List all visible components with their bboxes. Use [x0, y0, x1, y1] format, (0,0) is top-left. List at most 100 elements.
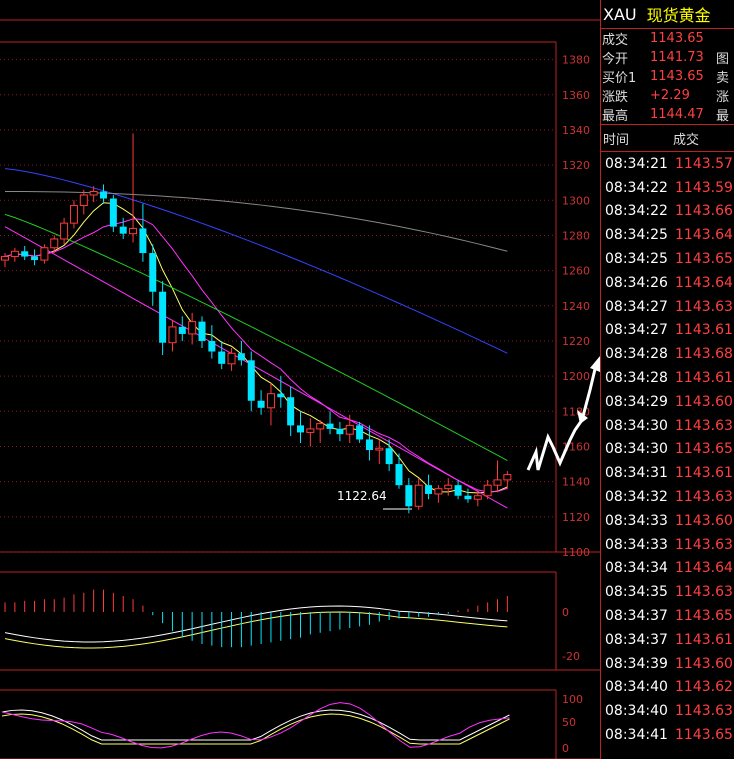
candle-body: [414, 484, 423, 507]
kdj-tick-label: 100: [562, 693, 583, 706]
kdj-tick-label: 0: [562, 742, 569, 755]
candle-body: [473, 495, 482, 500]
candle-body: [247, 360, 255, 401]
quote-value: 1143.65: [650, 31, 704, 46]
tick-price: 1143.65: [675, 251, 733, 268]
quote-label-clipped: 涨: [716, 90, 730, 105]
tick-row: 08:34:28 1143.61: [601, 366, 734, 390]
quote-value: 1141.73: [650, 50, 704, 65]
macd-dea-line: [4, 611, 508, 649]
candle-body: [69, 205, 78, 224]
tick-time: 08:34:34: [605, 560, 668, 577]
candle-body: [79, 194, 88, 207]
candle-body: [266, 393, 275, 409]
candle-body: [326, 423, 334, 429]
tick-time: 08:34:27: [605, 322, 668, 339]
price-tick-label: 1140: [562, 476, 590, 489]
chart-canvas[interactable]: 1380 1360 1340 1320 1300 1280 1260 1240 1220 1200…: [0, 0, 600, 759]
tick-price: 1143.60: [675, 655, 733, 672]
candle-body: [198, 321, 206, 341]
tick-row: 08:34:33 1143.63: [601, 533, 734, 557]
candle-body: [483, 484, 492, 497]
ticks-header-price: 成交: [673, 132, 700, 148]
candle-body: [287, 397, 295, 426]
candle-body: [336, 428, 344, 435]
candle-body: [89, 190, 98, 196]
tick-price: 1143.61: [675, 370, 733, 387]
kdj-tick-label: 50: [562, 716, 576, 729]
candle-body: [100, 191, 107, 199]
tick-time: 08:34:33: [605, 536, 668, 553]
tick-price: 1143.63: [675, 417, 733, 434]
tick-row: 08:34:21 1143.57: [601, 152, 734, 176]
tick-price: 1143.65: [675, 608, 733, 625]
candle-body: [40, 247, 49, 261]
tick-price: 1143.64: [675, 560, 733, 577]
candle-body: [159, 291, 167, 343]
candle-body: [21, 251, 29, 257]
ma5-line: [4, 202, 508, 494]
tick-time: 08:34:25: [605, 251, 668, 268]
tick-time: 08:34:32: [605, 489, 668, 506]
kdj-k-line: [1, 709, 510, 741]
ma20-line: [4, 226, 508, 509]
tick-row: 08:34:40 1143.62: [601, 676, 734, 700]
tick-row: 08:34:39 1143.60: [601, 652, 734, 676]
macd-tick-label: 0: [562, 606, 569, 619]
candle-body: [50, 238, 59, 249]
quote-label: 今开: [602, 52, 629, 67]
quote-label-clipped: 卖: [716, 71, 730, 86]
tick-row: 08:34:40 1143.63: [601, 699, 734, 723]
tick-row: 08:34:29 1143.60: [601, 390, 734, 414]
candle-body: [119, 226, 127, 234]
candle-body: [385, 448, 393, 465]
tick-price: 1143.61: [675, 631, 733, 648]
tick-row: 08:34:30 1143.63: [601, 414, 734, 438]
tick-price: 1143.57: [675, 155, 733, 172]
quote-value: 1144.47: [650, 107, 704, 122]
tick-price: 1143.65: [675, 727, 733, 744]
tick-time: 08:34:41: [605, 727, 668, 744]
tick-row: 08:34:27 1143.63: [601, 295, 734, 319]
tick-row: 08:34:22 1143.59: [601, 176, 734, 200]
quote-label-clipped: 最: [716, 109, 730, 124]
tick-row: 08:34:34 1143.64: [601, 557, 734, 581]
tick-price: 1143.65: [675, 441, 733, 458]
tick-time: 08:34:25: [605, 227, 668, 244]
candle-body: [227, 352, 236, 365]
candle-body: [375, 447, 384, 451]
tick-row: 08:34:25 1143.65: [601, 247, 734, 271]
tick-time: 08:34:37: [605, 631, 668, 648]
quote-label: 买价1: [602, 71, 637, 86]
price-tick-label: 1360: [562, 89, 590, 102]
tick-price: 1143.66: [675, 203, 733, 220]
tick-time: 08:34:31: [605, 465, 668, 482]
candle-body: [503, 474, 512, 481]
tick-price: 1143.60: [675, 512, 733, 529]
quote-row: 今开 1141.73 图: [601, 48, 734, 67]
tick-price: 1143.59: [675, 179, 733, 196]
tick-row: 08:34:22 1143.66: [601, 200, 734, 224]
quote-label: 成交: [602, 33, 629, 48]
tick-row: 08:34:26 1143.64: [601, 271, 734, 295]
tick-time: 08:34:27: [605, 298, 668, 315]
candle-body: [316, 423, 325, 430]
quote-label: 涨跌: [602, 90, 629, 105]
candle-body: [237, 353, 245, 361]
price-tick-label: 1260: [562, 265, 590, 278]
candle-body: [60, 222, 69, 240]
quote-value: 1143.65: [650, 69, 704, 84]
tick-time: 08:34:33: [605, 512, 668, 529]
macd-tick-label: -20: [562, 650, 580, 663]
tick-list[interactable]: 08:34:21 1143.57 08:34:22 1143.59 08:34:22 11…: [601, 152, 734, 747]
candle-body: [444, 484, 453, 490]
quote-row: 买价1 1143.65 卖: [601, 67, 734, 86]
candle-body: [365, 439, 373, 450]
ma60-line: [4, 213, 508, 461]
candle-body: [149, 253, 157, 292]
tick-row: 08:34:30 1143.65: [601, 438, 734, 462]
tick-price: 1143.62: [675, 679, 733, 696]
kline-chart[interactable]: 1380 1360 1340 1320 1300 1280 1260 1240 1220 1200…: [0, 0, 600, 759]
price-tick-label: 1120: [562, 511, 590, 524]
tick-time: 08:34:35: [605, 584, 668, 601]
